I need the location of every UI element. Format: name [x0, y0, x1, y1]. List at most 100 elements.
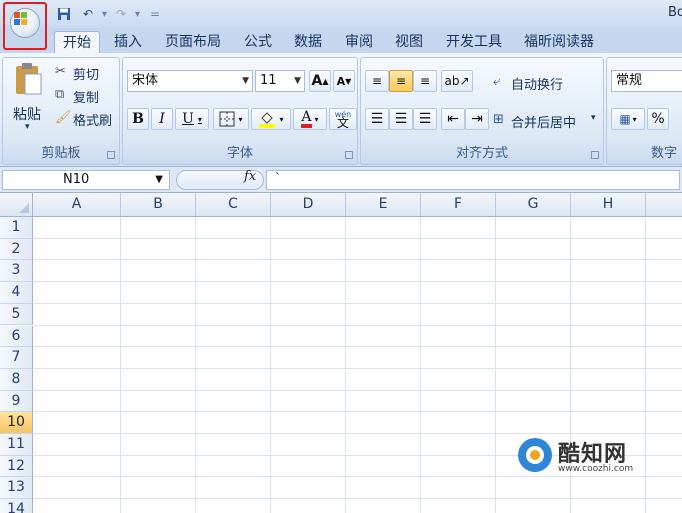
tab-view[interactable]: 视图	[387, 31, 431, 54]
align-right-icon: ☰	[418, 111, 432, 127]
font-color-button[interactable]: A ▾	[293, 108, 327, 130]
clipboard-launcher-icon[interactable]	[107, 151, 115, 159]
tab-formulas[interactable]: 公式	[236, 31, 280, 54]
column-header[interactable]: H	[571, 193, 646, 217]
italic-button[interactable]: I	[151, 108, 173, 130]
font-launcher-icon[interactable]	[345, 151, 353, 159]
orientation-button[interactable]: ab↗	[441, 70, 473, 92]
row-header[interactable]: 4	[0, 282, 33, 304]
cut-label: 剪切	[73, 68, 100, 83]
tab-foxit-reader[interactable]: 福昕阅读器	[516, 31, 602, 54]
phonetic-guide-button[interactable]: wén 文	[329, 108, 357, 130]
name-box[interactable]: N10 ▼	[2, 170, 170, 190]
grow-font-button[interactable]: A ▲	[309, 70, 331, 92]
align-center-button[interactable]: ☰	[389, 108, 413, 130]
number-group-label: 数字	[651, 146, 678, 161]
merge-center-button[interactable]: ⊞ 合并后居中 ▾	[493, 110, 601, 132]
number-format-select[interactable]: 常规	[611, 70, 682, 92]
tab-developer[interactable]: 开发工具	[438, 31, 510, 54]
column-header[interactable]: D	[271, 193, 346, 217]
watermark: 酷知网 www.coozhi.com	[508, 428, 658, 484]
align-right-button[interactable]: ☰	[413, 108, 437, 130]
borders-button[interactable]: ▾	[213, 108, 249, 130]
column-header[interactable]: B	[121, 193, 196, 217]
customize-qat-button[interactable]: =	[150, 7, 160, 21]
format-painter-button[interactable]: 🖌 格式刷	[55, 110, 119, 129]
merge-center-label: 合并后居中	[511, 116, 577, 131]
row-header[interactable]: 7	[0, 347, 33, 369]
column-header[interactable]: E	[346, 193, 421, 217]
increase-indent-button[interactable]: ⇥	[465, 108, 489, 130]
alignment-group-label: 对齐方式	[455, 146, 508, 161]
row-header[interactable]: 13	[0, 477, 33, 500]
grid-hline	[33, 281, 682, 283]
row-header[interactable]: 12	[0, 455, 33, 478]
row-header[interactable]: 2	[0, 238, 33, 261]
bold-button[interactable]: B	[127, 108, 149, 130]
chevron-down-icon: ▼	[294, 76, 301, 86]
percent-button[interactable]: %	[647, 108, 669, 130]
tab-review[interactable]: 审阅	[337, 31, 381, 54]
grid-hline	[33, 302, 682, 304]
column-header[interactable]: C	[196, 193, 271, 217]
font-name-select[interactable]: 宋体 ▼	[127, 70, 253, 92]
tab-data[interactable]: 数据	[286, 31, 330, 54]
ribbon-tabs: 开始 插入 页面布局 公式 数据 审阅 视图 开发工具 福昕阅读器	[0, 28, 682, 54]
column-header[interactable]: A	[33, 193, 121, 217]
column-header[interactable]: I	[646, 193, 682, 217]
align-left-button[interactable]: ☰	[365, 108, 389, 130]
row-header[interactable]: 8	[0, 368, 33, 391]
paste-icon	[16, 63, 42, 95]
align-center-icon: ☰	[394, 111, 408, 127]
font-size-select[interactable]: 11 ▼	[255, 70, 305, 92]
select-all-button[interactable]	[0, 193, 33, 217]
quick-access-toolbar: ↶ ▾ ↷ ▾ =	[54, 3, 160, 25]
redo-icon[interactable]: ↷	[111, 5, 131, 23]
align-middle-icon: ≡	[395, 74, 407, 88]
row-header[interactable]: 11	[0, 434, 33, 456]
grid-vline	[495, 217, 496, 513]
row-header[interactable]: 3	[0, 260, 33, 283]
grid-hline	[33, 367, 682, 369]
column-header[interactable]: G	[496, 193, 571, 217]
decrease-indent-button[interactable]: ⇤	[441, 108, 465, 130]
number-group: 常规 ▦ ▾ % 数字	[606, 57, 682, 165]
align-middle-button[interactable]: ≡	[389, 70, 413, 92]
row-header[interactable]: 10	[0, 412, 33, 434]
formula-bar: N10 ▼ fx `	[0, 167, 682, 193]
copy-button[interactable]: ⧉ 复制	[55, 87, 115, 106]
row-header[interactable]: 1	[0, 217, 33, 239]
font-color-icon: A	[301, 110, 312, 128]
wrap-text-button[interactable]: ⤶ 自动换行	[493, 72, 599, 94]
tab-insert[interactable]: 插入	[106, 31, 150, 54]
border-icon	[219, 111, 235, 127]
copy-icon: ⧉	[55, 87, 65, 102]
align-top-button[interactable]: ≡	[365, 70, 389, 92]
row-header[interactable]: 6	[0, 325, 33, 348]
grid-hline	[33, 346, 682, 348]
alignment-launcher-icon[interactable]	[591, 151, 599, 159]
row-header[interactable]: 5	[0, 303, 33, 326]
paste-button[interactable]: 粘贴 ▾	[7, 60, 49, 136]
tab-home[interactable]: 开始	[54, 31, 100, 54]
undo-icon[interactable]: ↶	[78, 5, 98, 23]
formula-input[interactable]: `	[266, 170, 680, 190]
office-button[interactable]	[3, 2, 47, 50]
grid-hline	[33, 389, 682, 391]
currency-icon: ▦	[619, 112, 631, 126]
decrease-indent-icon: ⇤	[447, 111, 459, 127]
column-header[interactable]: F	[421, 193, 496, 217]
save-icon[interactable]	[54, 5, 74, 23]
cut-button[interactable]: ✂ 剪切	[55, 64, 115, 83]
shrink-font-button[interactable]: A ▼	[333, 70, 355, 92]
align-bottom-button[interactable]: ≡	[413, 70, 437, 92]
tab-page-layout[interactable]: 页面布局	[157, 31, 229, 54]
row-header[interactable]: 9	[0, 390, 33, 413]
insert-function-icon[interactable]: fx	[244, 169, 256, 184]
underline-button[interactable]: U ▾	[175, 108, 209, 130]
row-header[interactable]: 14	[0, 499, 33, 513]
grid-hline	[33, 324, 682, 326]
accounting-format-button[interactable]: ▦ ▾	[611, 108, 645, 130]
orientation-icon: ab↗	[444, 74, 470, 88]
fill-color-button[interactable]: ▾	[251, 108, 291, 130]
